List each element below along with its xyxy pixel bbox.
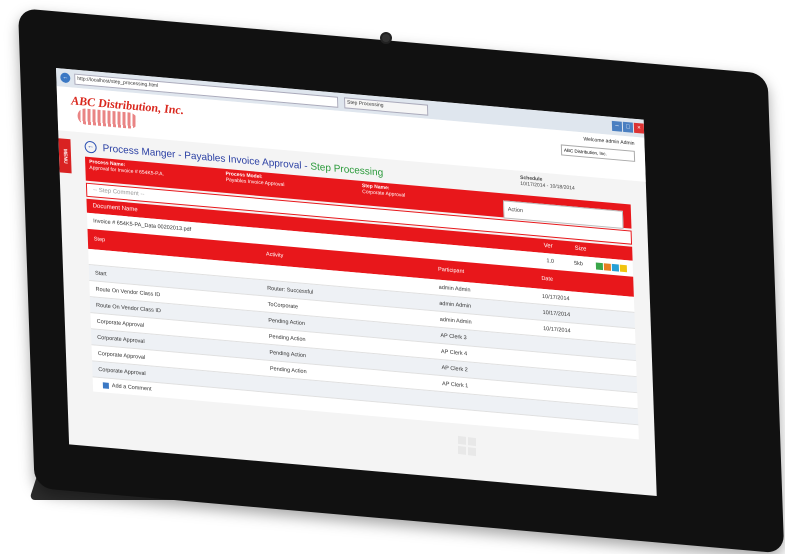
step-processing-panel: ← Process Manger - Payables Invoice Appr… xyxy=(84,137,639,440)
participant-col-header: Participant xyxy=(438,266,465,275)
tablet-screen: ← http://localhost/step_processing.html … xyxy=(56,68,657,497)
ver-header: Ver xyxy=(543,242,553,250)
cell-participant xyxy=(443,400,546,409)
attach-icon[interactable] xyxy=(619,264,628,272)
download-icon[interactable] xyxy=(611,263,620,272)
comment-icon xyxy=(102,382,110,389)
cell-date xyxy=(546,409,632,417)
document-size: 5kb xyxy=(573,260,584,268)
back-circle-icon[interactable]: ← xyxy=(84,140,97,154)
welcome-text: Welcome admin Admin xyxy=(583,136,635,147)
windows-logo-icon[interactable] xyxy=(458,435,476,457)
tablet-device: ← http://localhost/step_processing.html … xyxy=(0,0,785,554)
cell-date xyxy=(544,361,630,369)
cell-date: 10/17/2014 xyxy=(543,325,571,334)
close-icon[interactable]: × xyxy=(633,122,645,134)
cell-date xyxy=(545,377,631,385)
maximize-icon[interactable]: □ xyxy=(622,121,634,133)
minimize-icon[interactable]: – xyxy=(611,120,623,132)
back-arrow-icon[interactable]: ← xyxy=(60,72,71,84)
camera-icon xyxy=(380,32,392,44)
schedule-value: 10/17/2014 - 10/18/2014 xyxy=(520,180,575,192)
cell-date: 10/17/2014 xyxy=(541,293,570,302)
menu-tab[interactable]: MENU xyxy=(58,138,72,174)
window-controls: – □ × xyxy=(611,120,645,134)
company-select[interactable]: ABC Distribution, Inc. xyxy=(560,144,636,162)
view-icon[interactable] xyxy=(595,262,604,270)
add-comment-label: Add a Comment xyxy=(111,383,152,393)
title-sub: Step Processing xyxy=(310,160,384,179)
date-col-header: Date xyxy=(541,275,554,283)
cell-date: 10/17/2014 xyxy=(542,309,571,318)
cell-date xyxy=(545,393,631,401)
cell-date xyxy=(544,344,630,352)
size-header: Size xyxy=(574,245,587,253)
edit-icon[interactable] xyxy=(603,262,612,271)
document-ver: 1.0 xyxy=(546,258,555,265)
